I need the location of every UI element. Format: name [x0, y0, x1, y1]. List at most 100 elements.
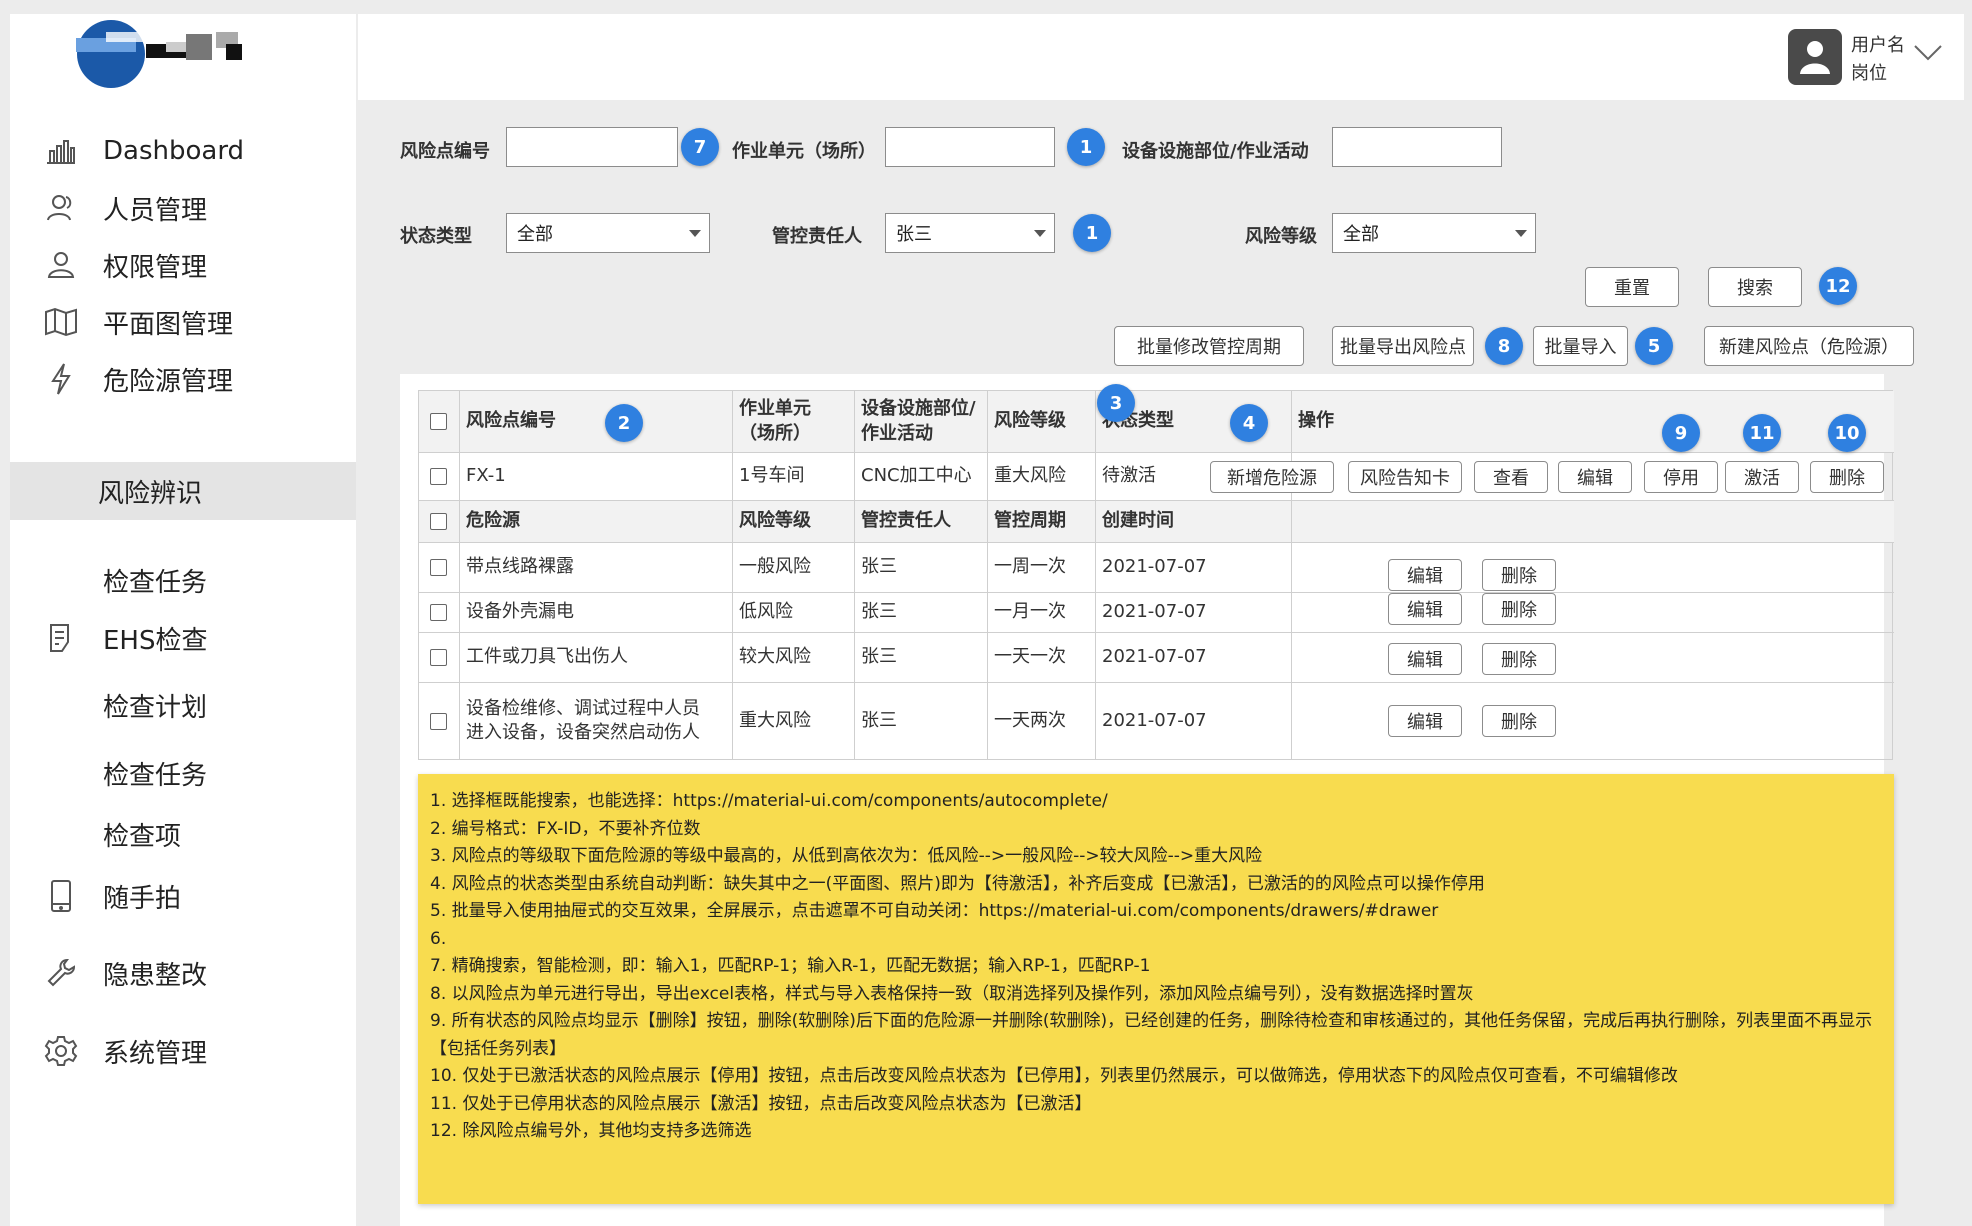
row-checkbox[interactable] [430, 649, 447, 666]
hazard-delete-button[interactable]: 删除 [1482, 559, 1556, 591]
edit-button[interactable]: 编辑 [1558, 461, 1632, 493]
row-checkbox[interactable] [430, 559, 447, 576]
logo [66, 14, 306, 94]
disable-button[interactable]: 停用 [1644, 461, 1718, 493]
sidebar-item-label: 隐患整改 [103, 960, 208, 991]
hazard-edit-button[interactable]: 编辑 [1388, 559, 1462, 591]
note-badge-2: 2 [605, 404, 643, 442]
person-icon [42, 246, 80, 284]
hazard-level: 重大风险 [733, 683, 855, 759]
status-label: 状态类型 [400, 226, 472, 247]
note-badge-7: 7 [681, 128, 719, 166]
select-all-hazard-checkbox[interactable] [430, 513, 447, 530]
note-line: 6. [430, 928, 447, 949]
work-unit-input[interactable] [885, 127, 1055, 167]
note-badge-8: 8 [1485, 327, 1523, 365]
caret-down-icon [689, 230, 701, 237]
note-badge-3: 3 [1097, 384, 1135, 422]
hazard-level: 低风险 [733, 593, 855, 632]
sidebar-item-permissions[interactable]: 权限管理 [10, 234, 356, 296]
note-line: 5. 批量导入使用抽屉式的交互效果，全屏展示，点击遮罩不可自动关闭：https:… [430, 901, 1439, 921]
sidebar-item-system[interactable]: 系统管理 [10, 1020, 356, 1082]
col-header: 风险等级 [988, 391, 1096, 452]
equipment-label: 设备设施部位/作业活动 [1122, 141, 1309, 162]
bar-chart-icon [42, 132, 80, 170]
risk-point-no-input[interactable] [506, 127, 678, 167]
col-header: 管控责任人 [855, 501, 988, 542]
reset-button[interactable]: 重置 [1585, 267, 1679, 307]
sidebar-item-inspection-task-2[interactable]: 检查任务 [10, 742, 356, 804]
row-checkbox[interactable] [430, 604, 447, 621]
sidebar-item-hazard[interactable]: 危险源管理 [10, 348, 356, 410]
hazard-delete-button[interactable]: 删除 [1482, 705, 1556, 737]
note-badge-11: 11 [1743, 414, 1781, 452]
add-hazard-button[interactable]: 新增危险源 [1210, 461, 1334, 493]
sidebar-item-label: 检查任务 [103, 567, 208, 598]
chevron-down-icon[interactable] [1913, 44, 1943, 66]
map-icon [42, 303, 80, 341]
batch-modify-cycle-button[interactable]: 批量修改管控周期 [1114, 326, 1304, 366]
note-badge-9: 9 [1662, 414, 1700, 452]
col-header: 管控周期 [988, 501, 1096, 542]
hazard-name: 带点线路裸露 [460, 543, 733, 592]
col-header: 作业单元 （场所） [733, 391, 855, 452]
sidebar-item-label: 检查任务 [103, 760, 208, 791]
sidebar-item-people[interactable]: 人员管理 [10, 177, 356, 239]
sidebar-item-label: Dashboard [103, 136, 245, 166]
batch-export-button[interactable]: 批量导出风险点 [1332, 326, 1474, 366]
hazard-edit-button[interactable]: 编辑 [1388, 643, 1462, 675]
col-header: 危险源 [460, 501, 733, 542]
hazard-created: 2021-07-07 [1096, 593, 1292, 632]
hazard-edit-button[interactable]: 编辑 [1388, 705, 1462, 737]
select-all-checkbox[interactable] [430, 413, 447, 430]
phone-icon [42, 877, 80, 915]
row-select-cell [419, 593, 460, 632]
risk-point-id: FX-1 [460, 453, 733, 500]
owner-label: 管控责任人 [772, 226, 862, 247]
note-line: 12. 除风险点编号外，其他均支持多选筛选 [430, 1121, 752, 1141]
row-select-cell [419, 633, 460, 682]
sidebar-item-risk-identification[interactable]: 风险辨识 [10, 462, 356, 520]
equipment-input[interactable] [1332, 127, 1502, 167]
hazard-delete-button[interactable]: 删除 [1482, 643, 1556, 675]
note-line: 10. 仅处于已激活状态的风险点展示【停用】按钮，点击后改变风险点状态为【已停用… [430, 1066, 1678, 1086]
sidebar-item-label: EHS检查 [103, 625, 208, 656]
sidebar-item-inspection-plan[interactable]: 检查计划 [10, 674, 356, 736]
hazard-cycle: 一天一次 [988, 633, 1096, 682]
note-badge-12: 12 [1819, 267, 1857, 305]
select-all-hazard-cell [419, 501, 460, 542]
new-risk-point-button[interactable]: 新建风险点（危险源） [1704, 326, 1914, 366]
note-badge-5: 5 [1635, 327, 1673, 365]
sidebar-item-inspection-task[interactable]: 检查任务 [10, 549, 356, 611]
sidebar-item-rectification[interactable]: 隐患整改 [10, 942, 356, 1004]
risk-level-select[interactable]: 全部 [1332, 213, 1536, 253]
sidebar-item-snapshot[interactable]: 随手拍 [10, 865, 356, 927]
owner-select[interactable]: 张三 [885, 213, 1055, 253]
activate-button[interactable]: 激活 [1725, 461, 1799, 493]
equipment: CNC加工中心 [855, 453, 988, 500]
col-header: 设备设施部位/ 作业活动 [855, 391, 988, 452]
hazard-edit-button[interactable]: 编辑 [1388, 593, 1462, 625]
risk-notice-card-button[interactable]: 风险告知卡 [1348, 461, 1462, 493]
avatar[interactable] [1788, 29, 1842, 85]
status-select[interactable]: 全部 [506, 213, 710, 253]
batch-import-button[interactable]: 批量导入 [1533, 326, 1628, 366]
row-checkbox[interactable] [430, 468, 447, 485]
empty-header [1292, 501, 1892, 542]
sidebar-item-floorplan[interactable]: 平面图管理 [10, 291, 356, 353]
col-header: 风险等级 [733, 501, 855, 542]
view-button[interactable]: 查看 [1474, 461, 1548, 493]
delete-button[interactable]: 删除 [1810, 461, 1884, 493]
sidebar-item-label: 人员管理 [103, 195, 208, 226]
hazard-cycle: 一周一次 [988, 543, 1096, 592]
hazard-owner: 张三 [855, 543, 988, 592]
work-unit: 1号车间 [733, 453, 855, 500]
sidebar-item-ehs[interactable]: EHS检查 [10, 607, 356, 669]
search-button[interactable]: 搜索 [1708, 267, 1802, 307]
sidebar-item-inspection-items[interactable]: 检查项 [10, 803, 356, 865]
sidebar-item-dashboard[interactable]: Dashboard [10, 120, 356, 182]
hazard-delete-button[interactable]: 删除 [1482, 593, 1556, 625]
row-checkbox[interactable] [430, 712, 447, 730]
caret-down-icon [1034, 230, 1046, 237]
note-badge-1: 1 [1067, 128, 1105, 166]
